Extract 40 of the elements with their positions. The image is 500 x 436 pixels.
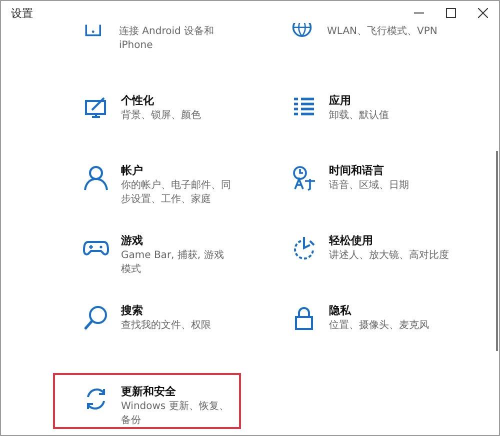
settings-tile[interactable]: 帐户 你的帐户、电子邮件、同步设置、工作、家庭 (53, 157, 241, 227)
window-title: 设置 (11, 6, 34, 20)
tile-title: 更新和安全 (121, 384, 177, 400)
tile-description: 卸载、默认值 (329, 109, 389, 123)
settings-tile[interactable]: 应用 卸载、默认值 (261, 87, 461, 157)
paint-icon (83, 95, 109, 121)
settings-tile[interactable]: 时间和语言 语音、区域、日期 (261, 157, 461, 227)
settings-tile[interactable]: 隐私 位置、摄像头、麦克风 (261, 297, 461, 367)
close-icon (478, 8, 488, 18)
clock-language-icon (291, 165, 317, 191)
ease-of-access-icon (291, 235, 317, 261)
settings-tile[interactable]: 更新和安全 Windows 更新、恢复、备份 (53, 373, 241, 429)
tile-title: 隐私 (329, 303, 352, 319)
tile-description: Windows 更新、恢复、备份 (121, 400, 230, 428)
tile-description: 你的帐户、电子邮件、同步设置、工作、家庭 (121, 179, 232, 207)
tile-title: 搜索 (121, 303, 144, 319)
tile-title: 游戏 (121, 233, 144, 249)
tile-title: 轻松使用 (329, 233, 374, 249)
settings-tile[interactable]: WLAN、飞行模式、VPN (261, 25, 461, 87)
settings-tile[interactable]: 搜索 查找我的文件、权限 (53, 297, 241, 367)
settings-tile[interactable]: 连接 Android 设备和 iPhone (53, 25, 241, 87)
tile-description: 连接 Android 设备和 iPhone (119, 25, 216, 53)
maximize-icon (446, 8, 456, 18)
tile-description: 讲述人、放大镜、高对比度 (329, 249, 449, 263)
tile-description: 背景、锁屏、颜色 (121, 109, 201, 123)
tile-title: 应用 (329, 93, 352, 109)
tile-description: 查找我的文件、权限 (121, 319, 211, 333)
settings-tile[interactable]: 轻松使用 讲述人、放大镜、高对比度 (261, 227, 461, 297)
tile-description: WLAN、飞行模式、VPN (327, 25, 438, 39)
search-icon (83, 305, 109, 331)
tile-description: 语音、区域、日期 (329, 179, 409, 193)
person-icon (83, 165, 109, 191)
tile-description: Game Bar, 捕获, 游戏模式 (121, 249, 225, 277)
tile-title: 个性化 (121, 93, 155, 109)
settings-tile[interactable]: 游戏 Game Bar, 捕获, 游戏模式 (53, 227, 241, 297)
tile-title: 帐户 (121, 163, 144, 179)
tile-description: 位置、摄像头、麦克风 (329, 319, 429, 333)
tile-title: 时间和语言 (329, 163, 385, 179)
scrollbar[interactable] (496, 151, 498, 351)
settings-tile[interactable]: 个性化 背景、锁屏、颜色 (53, 87, 241, 157)
